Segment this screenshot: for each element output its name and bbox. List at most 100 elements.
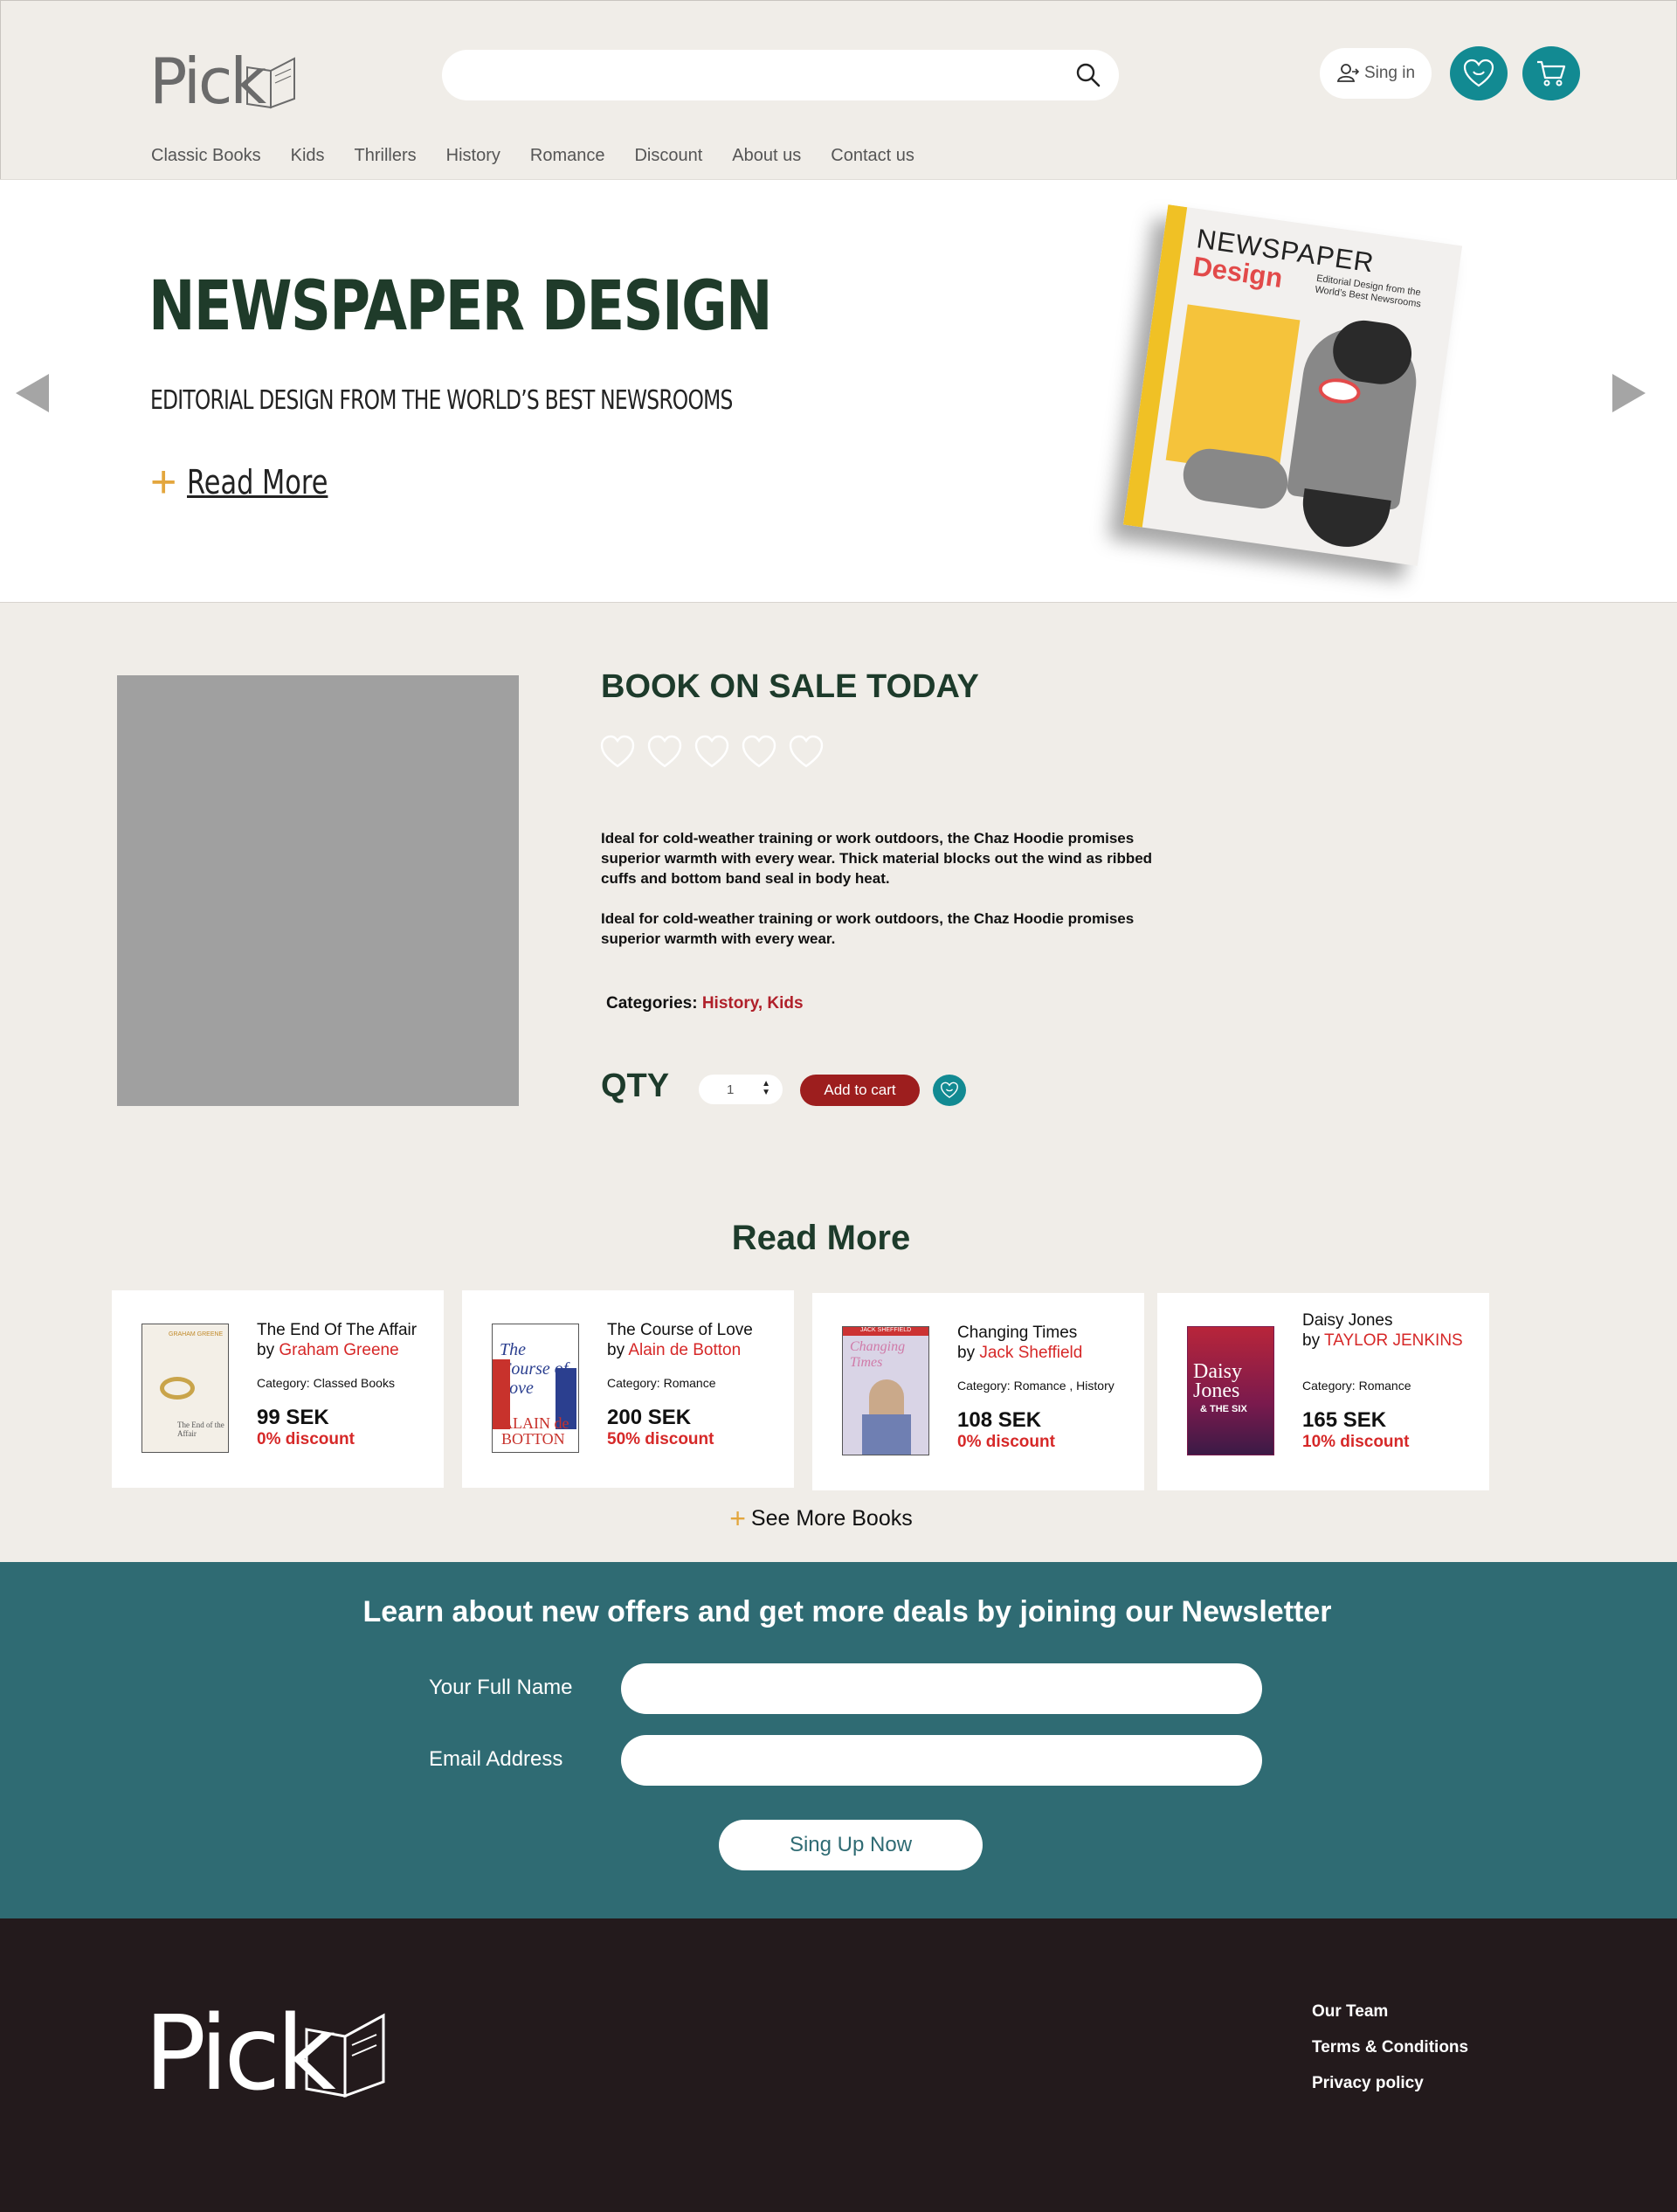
nav-item-contact-us[interactable]: Contact us xyxy=(831,146,914,166)
product-description-1: Ideal for cold-weather training or work … xyxy=(601,830,1153,887)
hero-banner: NEWSPAPER DESIGN EDITORIAL DESIGN FROM T… xyxy=(0,179,1677,603)
footer-logo[interactable]: Pick xyxy=(144,1993,389,2113)
book-author-prefix: by xyxy=(957,1344,980,1362)
footer-link-our-team[interactable]: Our Team xyxy=(1312,2002,1468,2022)
search-input[interactable] xyxy=(442,50,1119,100)
book-category: Category: Romance , History xyxy=(957,1379,1115,1393)
book-cover-changing-times[interactable]: JACK SHEFFIELD Changing Times xyxy=(842,1326,929,1455)
nav-item-about-us[interactable]: About us xyxy=(732,146,801,166)
cart-button[interactable] xyxy=(1522,46,1580,100)
book-price: 165 SEK xyxy=(1302,1408,1387,1432)
product-description: Ideal for cold-weather training or work … xyxy=(601,828,1177,949)
add-to-wishlist-button[interactable] xyxy=(933,1075,966,1106)
hero-title: NEWSPAPER DESIGN xyxy=(148,267,773,346)
cover-subtitle: Editorial Design from the World’s Best N… xyxy=(1314,273,1422,310)
wishlist-button[interactable] xyxy=(1450,46,1508,100)
book-cover-end-of-affair[interactable]: GRAHAM GREENE The End of the Affair xyxy=(141,1324,229,1453)
quantity-stepper[interactable]: 1 ▲ ▼ xyxy=(699,1075,783,1104)
cart-icon xyxy=(1537,60,1566,86)
cover-illustration-grid xyxy=(1165,304,1301,476)
see-more-label: See More Books xyxy=(750,1505,913,1531)
nav-item-classic-books[interactable]: Classic Books xyxy=(151,146,261,166)
cover-spine xyxy=(1122,204,1188,528)
product-image-placeholder xyxy=(117,675,519,1106)
heart-smile-icon xyxy=(941,1082,958,1098)
categories-label: Categories: xyxy=(606,994,698,1013)
footer-links: Our Team Terms & Conditions Privacy poli… xyxy=(1312,2002,1468,2110)
hero-subtitle: EDITORIAL DESIGN FROM THE WORLD’S BEST N… xyxy=(150,385,733,416)
stepper-arrows-icon[interactable]: ▲ ▼ xyxy=(762,1080,770,1097)
arrow-right-icon[interactable] xyxy=(1612,374,1646,412)
site-footer: Pick Our Team Terms & Conditions Privacy… xyxy=(0,1918,1677,2212)
book-discount: 50% discount xyxy=(607,1430,714,1448)
signin-button[interactable]: Sing in xyxy=(1320,48,1432,99)
book-discount: 0% discount xyxy=(957,1433,1055,1451)
user-icon xyxy=(1336,64,1359,82)
hero-book-cover[interactable]: NEWSPAPER Design Editorial Design from t… xyxy=(1122,204,1463,566)
footer-link-privacy[interactable]: Privacy policy xyxy=(1312,2074,1468,2093)
book-card[interactable]: GRAHAM GREENE The End of the Affair The … xyxy=(112,1290,444,1488)
signup-button[interactable]: Sing Up Now xyxy=(719,1820,983,1870)
logo[interactable]: Pick xyxy=(149,43,298,118)
site-header: Pick Sing in Classic Books Kids Thriller… xyxy=(0,0,1677,179)
book-category: Category: Romance xyxy=(607,1376,716,1390)
add-to-cart-button[interactable]: Add to cart xyxy=(800,1075,920,1106)
book-author-prefix: by xyxy=(607,1341,629,1359)
book-author[interactable]: Graham Greene xyxy=(279,1341,398,1359)
full-name-field[interactable] xyxy=(621,1663,1262,1714)
book-author[interactable]: Jack Sheffield xyxy=(979,1344,1082,1362)
plus-icon: + xyxy=(729,1503,746,1534)
quantity-value: 1 xyxy=(727,1082,735,1097)
signin-label: Sing in xyxy=(1363,64,1416,82)
heart-smile-icon xyxy=(1463,59,1494,87)
newsletter-title: Learn about new offers and get more deal… xyxy=(362,1595,1332,1628)
book-card[interactable]: JACK SHEFFIELD Changing Times Changing T… xyxy=(812,1293,1144,1490)
email-label: Email Address xyxy=(429,1747,563,1771)
product-description-2: Ideal for cold-weather training or work … xyxy=(601,910,1135,947)
heart-outline-icon[interactable] xyxy=(788,734,825,769)
book-price: 99 SEK xyxy=(257,1406,329,1429)
footer-link-terms[interactable]: Terms & Conditions xyxy=(1312,2038,1468,2057)
full-name-label: Your Full Name xyxy=(429,1676,573,1699)
categories-value[interactable]: History, Kids xyxy=(702,994,804,1013)
book-card[interactable]: Daisy Jones & THE SIX Daisy Jones by TAY… xyxy=(1157,1293,1489,1490)
book-author[interactable]: Alain de Botton xyxy=(628,1341,741,1359)
book-price: 200 SEK xyxy=(607,1406,692,1429)
book-author[interactable]: TAYLOR JENKINS xyxy=(1324,1331,1463,1350)
open-book-icon xyxy=(246,57,295,109)
nav-item-romance[interactable]: Romance xyxy=(530,146,605,166)
book-author-prefix: by xyxy=(257,1341,280,1359)
book-discount: 0% discount xyxy=(257,1430,355,1448)
book-title[interactable]: Daisy Jones xyxy=(1302,1310,1486,1331)
nav-item-kids[interactable]: Kids xyxy=(291,146,325,166)
book-card[interactable]: The Course of Love ALAIN de BOTTON The C… xyxy=(462,1290,794,1488)
book-author-prefix: by xyxy=(1302,1331,1325,1350)
rating-hearts[interactable] xyxy=(599,734,825,769)
qty-label: QTY xyxy=(601,1068,670,1104)
book-title[interactable]: The Course of Love xyxy=(607,1320,790,1340)
arrow-left-icon[interactable] xyxy=(16,374,49,412)
nav-item-discount[interactable]: Discount xyxy=(634,146,702,166)
book-discount: 10% discount xyxy=(1302,1433,1410,1451)
newsletter-section: Learn about new offers and get more deal… xyxy=(0,1562,1677,1918)
main-nav: Classic Books Kids Thrillers History Rom… xyxy=(151,146,944,166)
product-title: BOOK ON SALE TODAY xyxy=(601,668,979,705)
nav-item-thrillers[interactable]: Thrillers xyxy=(355,146,417,166)
heart-outline-icon[interactable] xyxy=(599,734,636,769)
book-price: 108 SEK xyxy=(957,1408,1042,1432)
email-field[interactable] xyxy=(621,1735,1262,1786)
heart-outline-icon[interactable] xyxy=(646,734,683,769)
heart-outline-icon[interactable] xyxy=(694,734,730,769)
heart-outline-icon[interactable] xyxy=(741,734,777,769)
book-title[interactable]: Changing Times xyxy=(957,1323,1141,1343)
book-cover-daisy-jones[interactable]: Daisy Jones & THE SIX xyxy=(1187,1326,1274,1455)
book-category: Category: Classed Books xyxy=(257,1376,395,1390)
hero-read-more-link[interactable]: + Read More xyxy=(150,460,363,505)
book-title[interactable]: The End Of The Affair xyxy=(257,1320,440,1340)
plus-icon: + xyxy=(150,457,177,508)
search-icon[interactable] xyxy=(1075,62,1101,88)
book-cover-course-of-love[interactable]: The Course of Love ALAIN de BOTTON xyxy=(492,1324,579,1453)
see-more-books-link[interactable]: + See More Books xyxy=(0,1504,1642,1532)
product-categories: Categories: History, Kids xyxy=(606,994,804,1013)
nav-item-history[interactable]: History xyxy=(446,146,500,166)
